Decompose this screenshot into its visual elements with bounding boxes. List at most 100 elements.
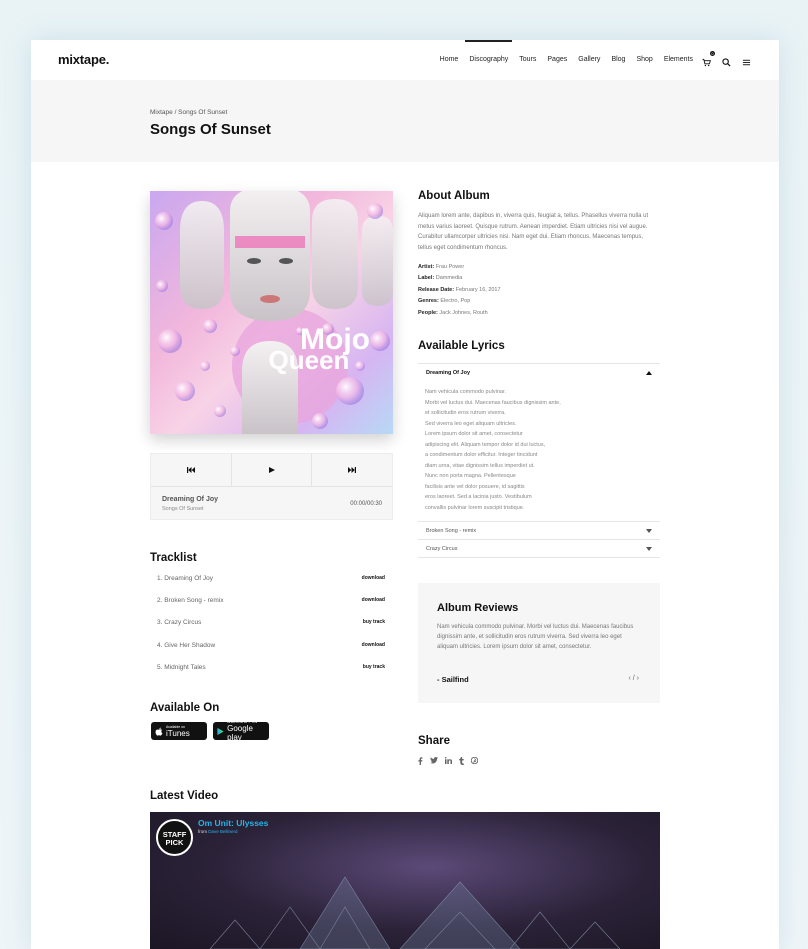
lyric-line: adipiscing elit. Aliquam tempor dolor id… (425, 441, 546, 448)
itunes-big-text: iTunes (166, 728, 190, 738)
meta-key: People: (418, 310, 438, 316)
track-title[interactable]: 2. Broken Song - remix (157, 597, 223, 604)
nav-pages[interactable]: Pages (547, 40, 567, 80)
track-title[interactable]: 1. Dreaming Of Joy (157, 575, 213, 582)
lyrics-accordion-open[interactable]: Dreaming Of Joy (418, 363, 660, 381)
lyric-line: Sed viverra leo eget aliquam ultricies. (425, 420, 517, 427)
nav-blog[interactable]: Blog (611, 40, 625, 80)
meta-key: Artist: (418, 264, 435, 270)
track-title[interactable]: 4. Give Her Shadow (157, 642, 215, 649)
track-action[interactable]: download (362, 597, 385, 603)
nav-elements[interactable]: Elements (664, 40, 693, 80)
video-player[interactable]: STAFF PICK Om Unit: Ulysses from Dave Be… (150, 812, 660, 949)
cart-icon[interactable]: 0 (702, 51, 715, 67)
meta-value: February 16, 2017 (455, 287, 501, 293)
caret-down-icon (646, 528, 652, 533)
lyrics-accordion-closed[interactable]: Crazy Circus (418, 539, 660, 558)
header-icons: 0 (702, 51, 751, 67)
lyric-line: a condimentum dolor efficitur. Integer t… (425, 452, 538, 458)
next-button[interactable] (312, 454, 392, 486)
about-album-text: Aliquam lorem ante, dapibus in, viverra … (418, 213, 649, 251)
meta-value: Dammedia (435, 275, 463, 281)
track-row[interactable]: 5. Midnight Tales buy track (157, 656, 385, 678)
available-on-heading: Available On (150, 702, 220, 714)
meta-value: Electro, Pop (440, 298, 471, 304)
nav-home[interactable]: Home (440, 40, 459, 80)
share-icons (418, 757, 478, 765)
google-play-icon (217, 727, 224, 735)
track-action[interactable]: buy track (363, 619, 385, 625)
review-author: - Sailfind (437, 675, 469, 684)
play-button[interactable] (232, 454, 313, 486)
lyrics-accordion-closed[interactable]: Broken Song - remix (418, 521, 660, 539)
meta-genres: Genres: Electro, Pop (418, 298, 470, 304)
meta-artist: Artist: Frau Power (418, 264, 464, 270)
meta-release-date: Release Date: February 16, 2017 (418, 287, 501, 293)
nav-tours[interactable]: Tours (519, 40, 536, 80)
meta-value: Jack Johnes, Routh (439, 310, 488, 316)
video-title[interactable]: Om Unit: Ulysses (198, 818, 268, 828)
track-action[interactable]: download (362, 575, 385, 581)
lyric-line: facilisis ante vel dolor posuere, id sag… (425, 483, 525, 490)
track-row[interactable]: 1. Dreaming Of Joy download (157, 567, 385, 589)
about-album-heading: About Album (418, 190, 490, 202)
review-text: Nam vehicula commodo pulvinar. Morbi vel… (437, 624, 634, 650)
twitter-icon[interactable] (430, 757, 438, 764)
lyric-line: diam urna, vitae dignissim tellus imperd… (425, 462, 535, 469)
accordion-header[interactable]: Dreaming Of Joy (418, 364, 660, 381)
accordion-title[interactable]: Dreaming Of Joy (426, 370, 470, 376)
top-bar: mixtape. Home Discography Tours Pages Ga… (31, 40, 779, 80)
review-slider-nav[interactable]: ‹ / › (629, 675, 640, 682)
google-play-badge[interactable]: ANDROID APP ON Google play (213, 720, 269, 742)
track-action[interactable]: buy track (363, 664, 385, 670)
apple-icon (155, 727, 163, 736)
prev-track-icon (186, 467, 195, 473)
track-action[interactable]: download (362, 642, 385, 648)
video-author[interactable]: Dave Bellinerd (208, 829, 237, 834)
cover-text-line2: Queen (269, 345, 350, 375)
staff-pick-line2: PICK (165, 838, 184, 847)
latest-video-heading: Latest Video (150, 790, 219, 802)
tracklist-heading: Tracklist (150, 552, 197, 564)
now-playing-album: Songs Of Sunset (162, 506, 204, 512)
breadcrumb[interactable]: Mixtape / Songs Of Sunset (150, 109, 227, 116)
tumblr-icon[interactable] (459, 757, 464, 765)
site-logo[interactable]: mixtape. (58, 52, 109, 67)
itunes-badge[interactable]: Available on iTunes (151, 722, 207, 740)
share-heading: Share (418, 735, 450, 747)
page-title: Songs Of Sunset (150, 121, 271, 138)
accordion-header[interactable]: Broken Song - remix (418, 522, 660, 539)
track-title[interactable]: 5. Midnight Tales (157, 664, 206, 671)
title-band: Mixtape / Songs Of Sunset Songs Of Sunse… (31, 80, 779, 162)
track-title[interactable]: 3. Crazy Circus (157, 619, 201, 626)
cart-count-badge: 0 (710, 51, 715, 56)
track-row[interactable]: 2. Broken Song - remix download (157, 589, 385, 611)
pinterest-icon[interactable] (471, 757, 478, 764)
prev-button[interactable] (151, 454, 232, 486)
facebook-icon[interactable] (418, 757, 423, 765)
linkedin-icon[interactable] (445, 757, 452, 764)
staff-pick-badge: STAFF PICK (156, 819, 193, 856)
lyric-line: et sollicitudin eros rutrum viverra. (425, 410, 506, 416)
page-frame: mixtape. Home Discography Tours Pages Ga… (31, 40, 779, 949)
caret-down-icon (646, 546, 652, 551)
meta-key: Release Date: (418, 287, 455, 293)
search-icon[interactable] (722, 54, 731, 67)
lyric-line: eros laoreet. Sed a lacinia justo. Vesti… (425, 494, 532, 500)
nav-shop[interactable]: Shop (636, 40, 652, 80)
album-cover: Mojo Queen (150, 191, 393, 434)
accordion-title[interactable]: Crazy Circus (426, 546, 457, 552)
track-row[interactable]: 4. Give Her Shadow download (157, 634, 385, 656)
nav-gallery[interactable]: Gallery (578, 40, 600, 80)
menu-icon[interactable] (742, 54, 751, 66)
reviews-heading: Album Reviews (437, 602, 519, 614)
meta-key: Genres: (418, 298, 439, 304)
album-reviews: Album Reviews Nam vehicula commodo pulvi… (418, 583, 660, 703)
player-controls (151, 454, 392, 487)
lyric-line: Morbi vel luctus dui. Maecenas faucibus … (425, 399, 561, 406)
accordion-title[interactable]: Broken Song - remix (426, 528, 476, 534)
caret-up-icon (646, 370, 652, 375)
track-row[interactable]: 3. Crazy Circus buy track (157, 611, 385, 633)
accordion-header[interactable]: Crazy Circus (418, 540, 660, 557)
nav-discography[interactable]: Discography (465, 40, 513, 80)
